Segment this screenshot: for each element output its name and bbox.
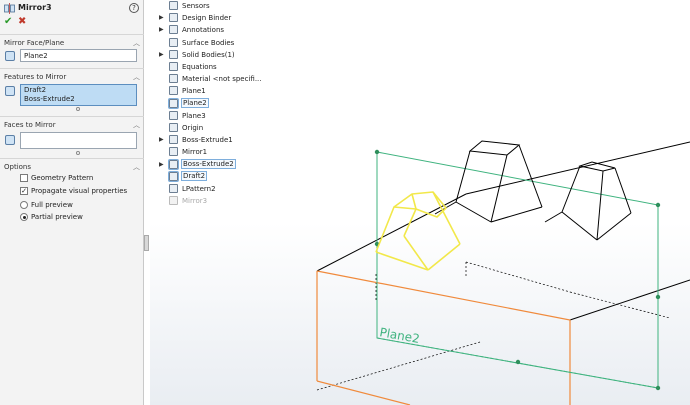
plane-selection-icon [5,51,15,61]
collapse-icon[interactable]: ︿ [133,162,140,172]
ok-button[interactable]: ✔ [4,16,12,27]
mirror-face-header: Mirror Face/Plane [4,39,65,47]
tree-item-icon [169,184,178,193]
expand-arrow-icon[interactable]: ▶ [159,26,164,33]
expand-arrow-icon[interactable]: ▶ [159,14,164,21]
tree-item-icon [169,37,178,47]
tree-item-icon [169,13,178,23]
geometry-pattern-checkbox[interactable] [20,174,28,182]
tree-item-label: Material <not specifi... [182,75,262,84]
cancel-button[interactable]: ✖ [18,16,26,27]
tree-item-icon [169,86,178,96]
mirror-feature-icon [4,3,15,14]
tree-item-icon [169,49,178,59]
collapse-icon[interactable]: ︿ [133,38,140,48]
tree-item-label: Plane1 [182,87,206,96]
resize-grip[interactable] [76,107,80,111]
tree-item-label: Plane3 [182,111,206,120]
propagate-checkbox[interactable]: ✓ [20,187,28,195]
tree-item-icon [168,170,179,182]
resize-grip[interactable] [76,151,80,155]
property-manager: Mirror3 ? ✔ ✖ Mirror Face/Plane ︿ Plane2… [0,0,144,405]
tree-item-label: Boss-Extrude1 [182,136,233,145]
pm-header: Mirror3 ? ✔ ✖ [0,0,144,32]
collapse-icon[interactable]: ︿ [133,120,140,130]
tree-item[interactable]: Mirror3 [158,196,268,207]
faces-header: Faces to Mirror [4,121,56,129]
tree-item[interactable]: Equations [158,62,268,73]
tree-item[interactable]: Origin [158,123,268,134]
tree-item[interactable]: ▶ Boss-Extrude1 [158,135,268,146]
expand-arrow-icon[interactable]: ▶ [159,136,164,143]
tree-item[interactable]: Draft2 [158,170,268,183]
partial-preview-label: Partial preview [31,213,83,221]
tree-item[interactable]: ▶ Annotations [158,25,268,36]
faces-section: Faces to Mirror ︿ [0,116,144,156]
tree-item-icon [169,25,178,35]
tree-item[interactable]: LPattern2 [158,184,268,195]
panel-splitter[interactable] [144,235,149,251]
tree-item-icon [169,62,178,71]
tree-item-icon [169,135,178,145]
tree-item-label: LPattern2 [182,185,216,193]
tree-item-label: Annotations [182,26,225,35]
help-icon[interactable]: ? [129,3,139,13]
faces-field[interactable] [20,132,137,149]
tree-item-icon [169,123,178,132]
tree-item-label: Solid Bodies(1) [182,50,235,59]
tree-item-label: Sensors [182,2,210,10]
features-list[interactable]: Draft2 Boss-Extrude2 [20,84,137,106]
tree-item-label: Origin [182,124,204,132]
tree-item[interactable]: Plane2 [158,97,268,110]
tree-item[interactable]: Plane1 [158,86,268,97]
tree-item-label: Mirror3 [182,197,208,206]
tree-item-label: Draft2 [180,170,208,181]
features-selection-icon [5,86,15,96]
tree-item[interactable]: ▶ Boss-Extrude2 [158,158,268,171]
tree-item-icon [169,110,178,120]
feature-item[interactable]: Draft2 [24,86,133,95]
faces-selection-icon [5,135,15,145]
full-preview-radio[interactable] [20,201,28,209]
tree-item-label: Surface Bodies [182,38,235,47]
options-header: Options [4,163,32,171]
features-section: Features to Mirror ︿ Draft2 Boss-Extrude… [0,68,144,112]
tree-item-icon [169,74,178,84]
tree-item-icon [169,1,178,10]
tree-item-label: Mirror1 [182,148,208,157]
tree-item-icon [169,196,178,206]
geometry-pattern-label: Geometry Pattern [31,174,94,182]
expand-arrow-icon[interactable]: ▶ [159,161,164,168]
tree-item-icon [168,158,179,170]
mirror-face-section: Mirror Face/Plane ︿ Plane2 [0,34,144,66]
tree-item[interactable]: Surface Bodies [158,37,268,49]
tree-item[interactable]: Plane3 [158,110,268,122]
expand-arrow-icon[interactable]: ▶ [159,51,164,58]
tree-item-icon [169,147,178,157]
feature-tree: Sensors ▶ Design Binder ▶ Annotations Surface… [158,0,268,210]
tree-item[interactable]: ▶ Design Binder [158,13,268,24]
tree-item[interactable]: ▶ Solid Bodies(1) [158,49,268,61]
tree-item-label: Design Binder [182,14,232,23]
tree-item-icon [168,97,179,109]
tree-item[interactable]: Material <not specifi... [158,74,268,85]
full-preview-label: Full preview [31,201,73,209]
features-header: Features to Mirror [4,73,67,81]
feature-item[interactable]: Boss-Extrude2 [24,95,133,104]
tree-item[interactable]: Mirror1 [158,147,268,158]
tree-item-label: Equations [182,63,217,71]
propagate-label: Propagate visual properties [31,187,128,195]
collapse-icon[interactable]: ︿ [133,72,140,82]
partial-preview-radio[interactable] [20,213,28,221]
options-section: Options ︿ Geometry Pattern ✓ Propagate v… [0,158,144,228]
pm-title: Mirror3 [18,3,52,12]
tree-item-label: Boss-Extrude2 [181,158,236,169]
tree-item[interactable]: Sensors [158,1,268,12]
mirror-plane-field[interactable]: Plane2 [20,49,137,62]
tree-item-label: Plane2 [181,97,209,108]
